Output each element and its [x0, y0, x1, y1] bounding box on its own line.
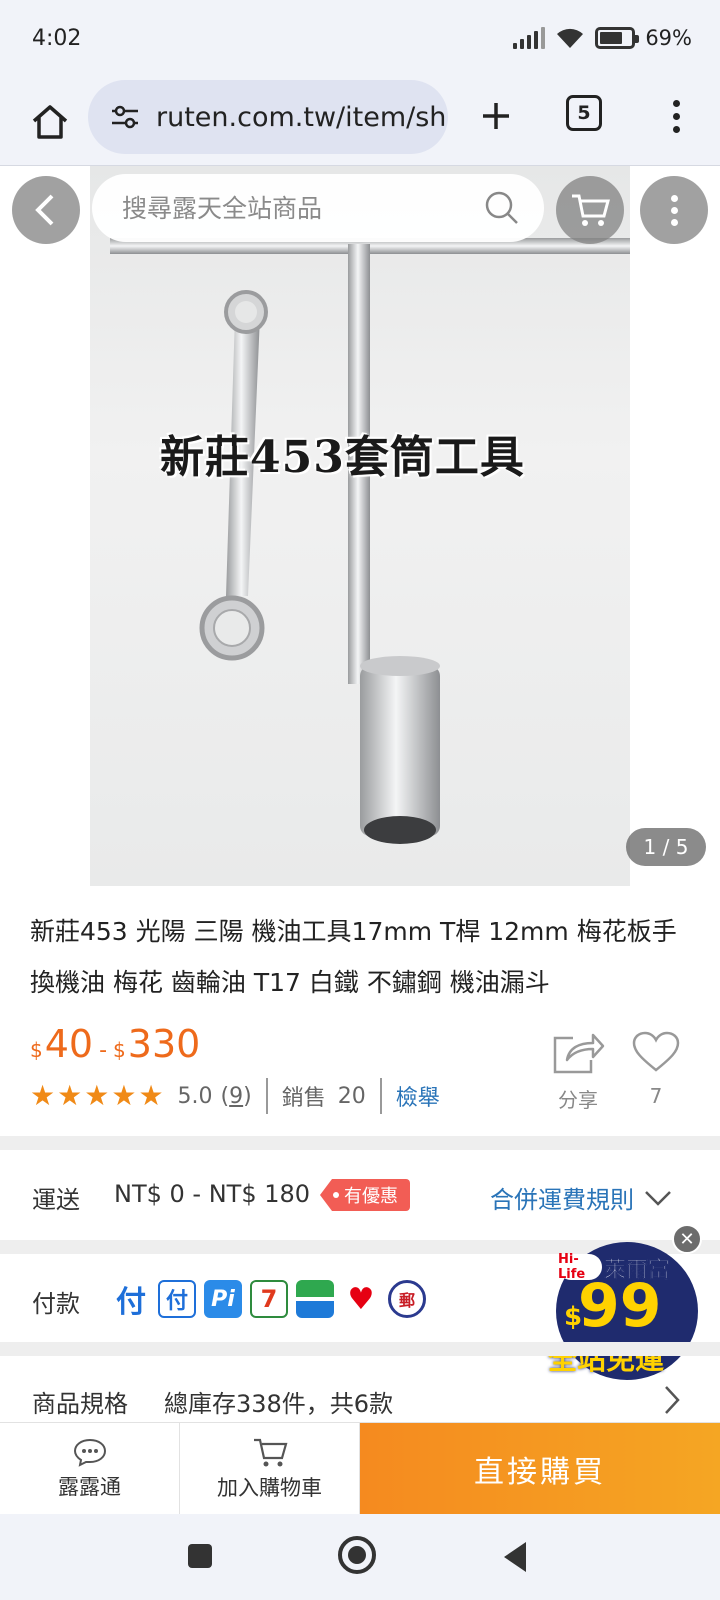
- price-min: 40: [44, 1022, 94, 1066]
- hilife-free-shipping-ad[interactable]: Hi-Life 萊爾富 $ 99 全站免運 ✕: [548, 1224, 702, 1382]
- specs-label: 商品規格: [32, 1390, 128, 1418]
- cart-icon: [253, 1438, 287, 1467]
- sales-label: 銷售: [281, 1086, 326, 1111]
- back-button[interactable]: [12, 176, 80, 244]
- chevron-left-icon: [35, 194, 54, 226]
- cart-icon: [572, 194, 610, 226]
- search-input[interactable]: [122, 193, 482, 223]
- share-label: 分享: [558, 1088, 598, 1112]
- star-icon: ★: [30, 1079, 56, 1112]
- chevron-right-icon[interactable]: [662, 1384, 682, 1416]
- hilife-amount: 99: [578, 1271, 662, 1341]
- shipping-label: 運送: [32, 1186, 80, 1214]
- chat-button[interactable]: 露露通: [0, 1423, 180, 1515]
- image-counter: 1 / 5: [626, 828, 706, 866]
- plus-icon: [483, 103, 509, 129]
- shipping-value: NT$ 0 - NT$ 180: [114, 1180, 311, 1208]
- share-icon: [553, 1033, 605, 1074]
- wifi-icon: [557, 28, 584, 48]
- seven-eleven-icon: 7: [250, 1280, 288, 1318]
- home-button[interactable]: [20, 92, 80, 152]
- star-icon: ★: [111, 1079, 137, 1112]
- rating-count-link[interactable]: (9): [221, 1084, 252, 1109]
- status-bar: 4:02 69%: [0, 0, 720, 80]
- browser-toolbar: ruten.com.tw/item/sh 5: [0, 80, 720, 166]
- status-time: 4:02: [32, 26, 82, 51]
- payment-label: 付款: [32, 1290, 80, 1318]
- site-settings-icon[interactable]: [108, 100, 142, 134]
- post-office-icon: 郵: [388, 1280, 426, 1318]
- promo-badge[interactable]: 有優惠: [320, 1179, 410, 1211]
- product-title: 新莊453 光陽 三陽 機油工具17mm T桿 12mm 梅花板手 換機油 梅花…: [30, 917, 677, 997]
- new-tab-button[interactable]: [466, 86, 526, 146]
- rating-row: ★ ★ ★ ★ ★ 5.0 (9) 銷售 20 檢舉: [30, 1078, 440, 1114]
- close-icon[interactable]: ✕: [672, 1224, 702, 1254]
- specs-value[interactable]: 總庫存338件，共6款: [164, 1384, 393, 1419]
- payment-methods: 付 付 Pi 7 ♥ 郵: [112, 1280, 426, 1320]
- recents-button[interactable]: [188, 1544, 212, 1568]
- pi-wallet-icon: Pi: [204, 1280, 242, 1318]
- buy-now-button[interactable]: 直接購買: [360, 1423, 720, 1515]
- favorite-button[interactable]: 7: [628, 1030, 684, 1108]
- browser-menu-button[interactable]: [656, 86, 696, 146]
- separator: [379, 1078, 382, 1114]
- tab-switcher-button[interactable]: 5: [566, 95, 602, 131]
- system-home-button[interactable]: [338, 1536, 376, 1574]
- familymart-icon: [296, 1280, 334, 1318]
- cart-label: 加入購物車: [217, 1476, 322, 1500]
- system-navigation-bar: [0, 1514, 720, 1600]
- rating-score: 5.0: [177, 1083, 213, 1109]
- url-text: ruten.com.tw/item/sh: [156, 101, 447, 133]
- battery-icon: [595, 27, 640, 49]
- separator: [265, 1078, 268, 1114]
- heart-icon: [632, 1031, 680, 1072]
- product-gallery[interactable]: 新莊453套筒工具 1 / 5: [0, 166, 720, 886]
- shipping-rules-link[interactable]: 合併運費規則: [490, 1180, 672, 1215]
- address-bar[interactable]: ruten.com.tw/item/sh: [88, 80, 448, 154]
- image-watermark: 新莊453套筒工具: [160, 432, 525, 483]
- cart-button[interactable]: [556, 176, 624, 244]
- signal-icon: [513, 27, 546, 49]
- chevron-down-icon: [645, 1190, 671, 1206]
- product-photo[interactable]: 新莊453套筒工具: [90, 166, 630, 886]
- favorite-count: 7: [649, 1084, 663, 1108]
- section-divider: [0, 1342, 720, 1356]
- sales-count: 20: [337, 1083, 366, 1109]
- pay-fu-icon: 付: [116, 1285, 146, 1320]
- star-icon: ★: [138, 1079, 164, 1112]
- rating-stars: ★ ★ ★ ★ ★: [30, 1082, 164, 1110]
- chat-icon: [73, 1438, 106, 1467]
- price-range: $40 - $330: [30, 1022, 201, 1066]
- more-options-button[interactable]: [640, 176, 708, 244]
- status-icons: 69%: [513, 26, 692, 50]
- tools-illustration: [110, 238, 630, 844]
- tab-count: 5: [577, 102, 591, 124]
- section-divider: [0, 1136, 720, 1150]
- battery-level: 69%: [645, 26, 692, 50]
- price-max: 330: [127, 1022, 201, 1066]
- bottom-action-bar: 露露通 加入購物車 直接購買: [0, 1422, 720, 1515]
- share-button[interactable]: 分享: [548, 1030, 608, 1113]
- add-to-cart-button[interactable]: 加入購物車: [180, 1423, 360, 1515]
- search-icon[interactable]: [484, 190, 520, 226]
- star-icon: ★: [84, 1079, 110, 1112]
- pay-fu-card-icon: 付: [158, 1280, 196, 1318]
- home-icon: [32, 105, 68, 139]
- chat-label: 露露通: [58, 1475, 121, 1499]
- star-icon: ★: [57, 1079, 83, 1112]
- site-search[interactable]: [92, 174, 544, 242]
- report-link[interactable]: 檢舉: [396, 1080, 440, 1112]
- hilife-store-icon: ♥: [347, 1281, 375, 1317]
- system-back-button[interactable]: [504, 1542, 526, 1572]
